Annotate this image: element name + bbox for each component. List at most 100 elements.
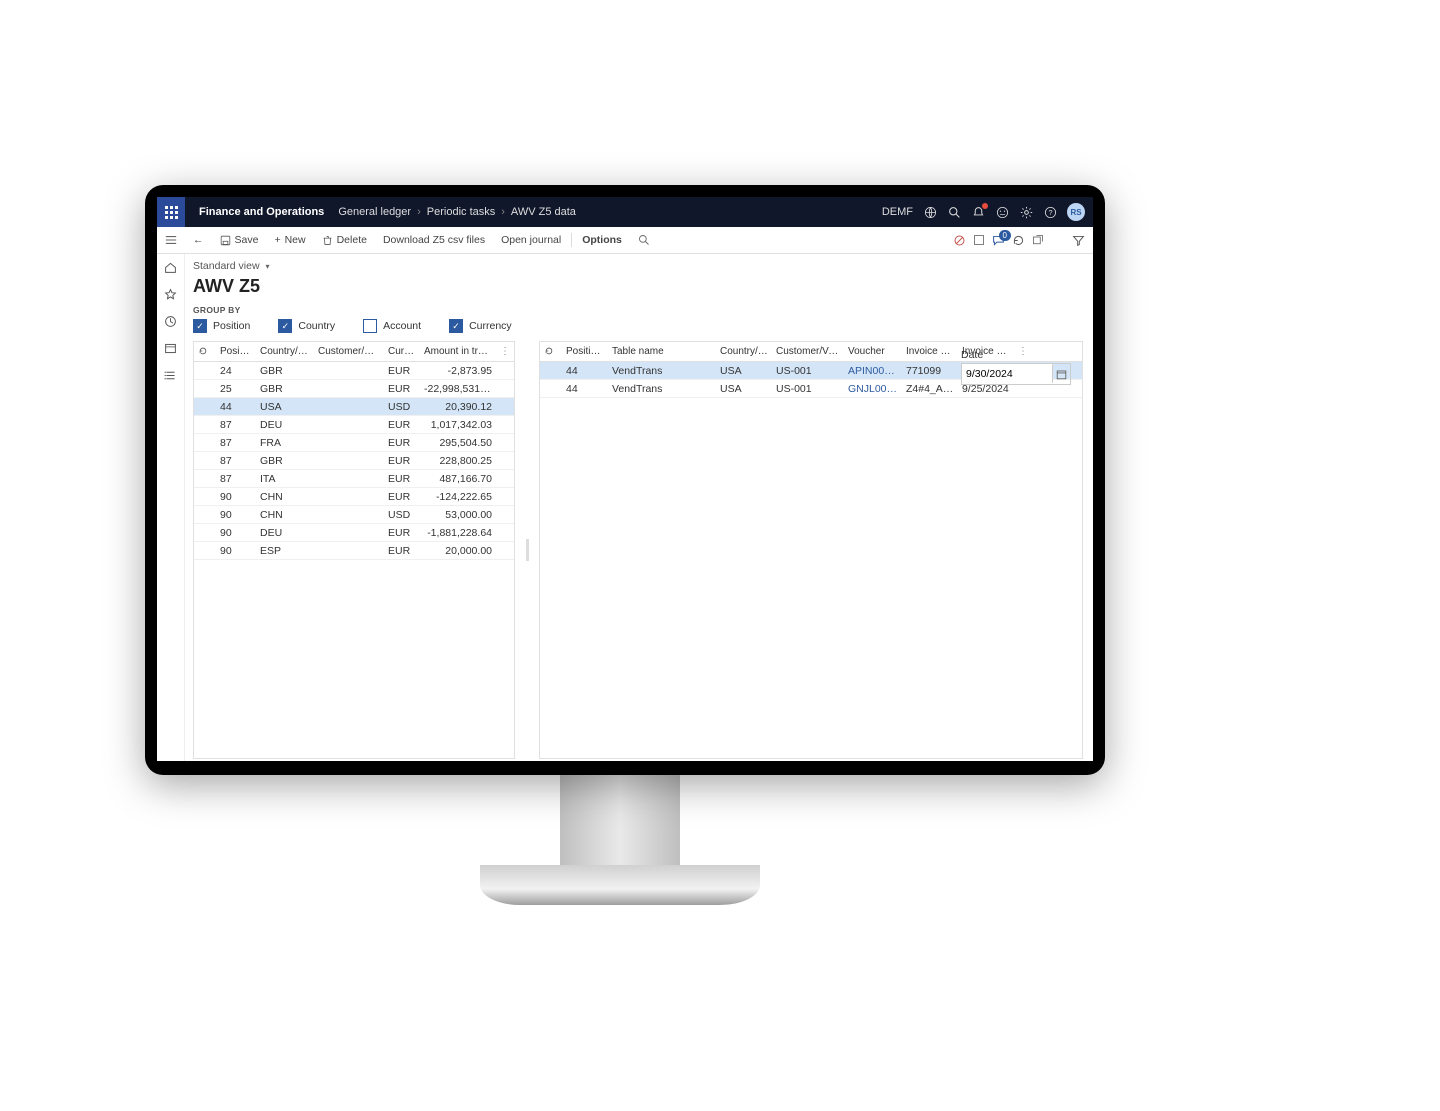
table-row[interactable]: 24GBREUR-2,873.95 [194, 362, 514, 380]
col-position[interactable]: Position ▽ [562, 342, 608, 361]
groupby-row: ✓Position ✓Country Account ✓Currency [193, 319, 1083, 333]
app-launcher-button[interactable] [157, 197, 185, 227]
popout-icon[interactable] [1031, 233, 1045, 247]
refresh-col-icon[interactable] [540, 342, 562, 361]
date-input[interactable] [962, 364, 1052, 384]
col-country[interactable]: Country/region [256, 342, 314, 361]
attachments-icon[interactable] [952, 233, 966, 247]
separator [571, 233, 572, 247]
plus-icon: + [274, 234, 280, 246]
nav-workspaces-icon[interactable] [157, 335, 184, 362]
options-label: Options [582, 234, 622, 246]
breadcrumb: General ledger › Periodic tasks › AWV Z5… [338, 206, 576, 218]
monitor-frame: Finance and Operations General ledger › … [145, 185, 1105, 775]
company-picker[interactable]: DEMF [882, 206, 913, 218]
breadcrumb-item[interactable]: AWV Z5 data [511, 206, 576, 218]
groupby-position[interactable]: ✓Position [193, 319, 250, 333]
monitor-stand-neck [560, 773, 680, 873]
options-button[interactable]: Options [574, 227, 630, 253]
top-actions: DEMF ? RS [882, 203, 1093, 221]
table-row[interactable]: 90CHNEUR-124,222.65 [194, 488, 514, 506]
back-button[interactable]: ← [185, 227, 212, 253]
nav-recent-icon[interactable] [157, 308, 184, 335]
save-label: Save [235, 234, 259, 246]
monitor-stand-base [480, 865, 760, 905]
calendar-icon[interactable] [1052, 365, 1070, 383]
table-row[interactable]: 90ESPEUR20,000.00 [194, 542, 514, 560]
feedback-icon[interactable] [995, 205, 1009, 219]
col-position[interactable]: Position [216, 342, 256, 361]
summary-grid-body: 24GBREUR-2,873.9525GBREUR-22,998,531.304… [194, 362, 514, 560]
breadcrumb-item[interactable]: Periodic tasks [427, 206, 495, 218]
refresh-icon[interactable] [1011, 233, 1025, 247]
date-input-wrap [961, 363, 1071, 385]
avatar[interactable]: RS [1067, 203, 1085, 221]
download-csv-button[interactable]: Download Z5 csv files [375, 227, 493, 253]
nav-favorites-icon[interactable] [157, 281, 184, 308]
office-icon[interactable] [972, 233, 986, 247]
refresh-col-icon[interactable] [194, 342, 216, 361]
search-icon [638, 234, 650, 246]
groupby-heading: GROUP BY [193, 305, 1083, 315]
splitter-handle-icon [526, 539, 529, 561]
col-amount[interactable]: Amount in transactio... [420, 342, 496, 361]
download-label: Download Z5 csv files [383, 234, 485, 246]
table-row[interactable]: 87FRAEUR295,504.50 [194, 434, 514, 452]
screen: Finance and Operations General ledger › … [157, 197, 1093, 761]
summary-grid: Position Country/region Customer/Vendor … [193, 341, 515, 759]
view-selector[interactable]: Standard view [193, 258, 1083, 274]
search-action[interactable] [630, 227, 658, 253]
view-label: Standard view [193, 260, 260, 272]
table-row[interactable]: 44USAUSD20,390.12 [194, 398, 514, 416]
search-icon[interactable] [947, 205, 961, 219]
side-rail [157, 254, 185, 761]
table-row[interactable]: 87GBREUR228,800.25 [194, 452, 514, 470]
chevron-right-icon: › [417, 206, 421, 218]
notifications-icon[interactable] [971, 205, 985, 219]
more-columns-icon[interactable]: ⋮ [496, 342, 510, 361]
col-table[interactable]: Table name [608, 342, 716, 361]
main: Standard view AWV Z5 GROUP BY ✓Position … [185, 254, 1093, 761]
chevron-right-icon: › [501, 206, 505, 218]
save-button[interactable]: Save [212, 227, 267, 253]
save-icon [220, 235, 231, 246]
col-country[interactable]: Country/re... ▽ [716, 342, 772, 361]
detail-grid: Position ▽ Table name Country/re... ▽ Cu… [539, 341, 1083, 759]
table-row[interactable]: 87DEUEUR1,017,342.03 [194, 416, 514, 434]
open-journal-button[interactable]: Open journal [493, 227, 569, 253]
filter-pane-icon[interactable] [1071, 233, 1085, 247]
delete-button[interactable]: Delete [314, 227, 375, 253]
breadcrumb-item[interactable]: General ledger [338, 206, 411, 218]
nav-home-icon[interactable] [157, 254, 184, 281]
groupby-country[interactable]: ✓Country [278, 319, 335, 333]
table-row[interactable]: 90DEUEUR-1,881,228.64 [194, 524, 514, 542]
col-custvend[interactable]: Customer/Vendor [772, 342, 844, 361]
groupby-currency[interactable]: ✓Currency [449, 319, 512, 333]
top-header: Finance and Operations General ledger › … [157, 197, 1093, 227]
table-row[interactable]: 87ITAEUR487,166.70 [194, 470, 514, 488]
arrow-left-icon: ← [193, 234, 204, 246]
col-currency[interactable]: Curre... [384, 342, 420, 361]
nav-modules-icon[interactable] [157, 362, 184, 389]
page-title: AWV Z5 [193, 276, 1083, 297]
hamburger-icon[interactable] [157, 234, 185, 246]
table-row[interactable]: 90CHNUSD53,000.00 [194, 506, 514, 524]
help-icon[interactable]: ? [1043, 205, 1057, 219]
col-invoice-number[interactable]: Invoice number [902, 342, 958, 361]
globe-icon[interactable] [923, 205, 937, 219]
splitter[interactable] [525, 341, 529, 759]
summary-grid-header: Position Country/region Customer/Vendor … [194, 342, 514, 362]
action-bar: ← Save + New Delete Download Z5 csv file… [157, 227, 1093, 254]
new-label: New [285, 234, 306, 246]
col-voucher[interactable]: Voucher [844, 342, 902, 361]
new-button[interactable]: + New [266, 227, 313, 253]
open-journal-label: Open journal [501, 234, 561, 246]
table-row[interactable]: 25GBREUR-22,998,531.30 [194, 380, 514, 398]
col-custvend[interactable]: Customer/Vendor [314, 342, 384, 361]
message-badge[interactable]: 0 [992, 234, 1005, 247]
groupby-account[interactable]: Account [363, 319, 421, 333]
app-name: Finance and Operations [185, 206, 338, 218]
gear-icon[interactable] [1019, 205, 1033, 219]
date-label: Date [961, 349, 1071, 361]
waffle-icon [165, 206, 178, 219]
